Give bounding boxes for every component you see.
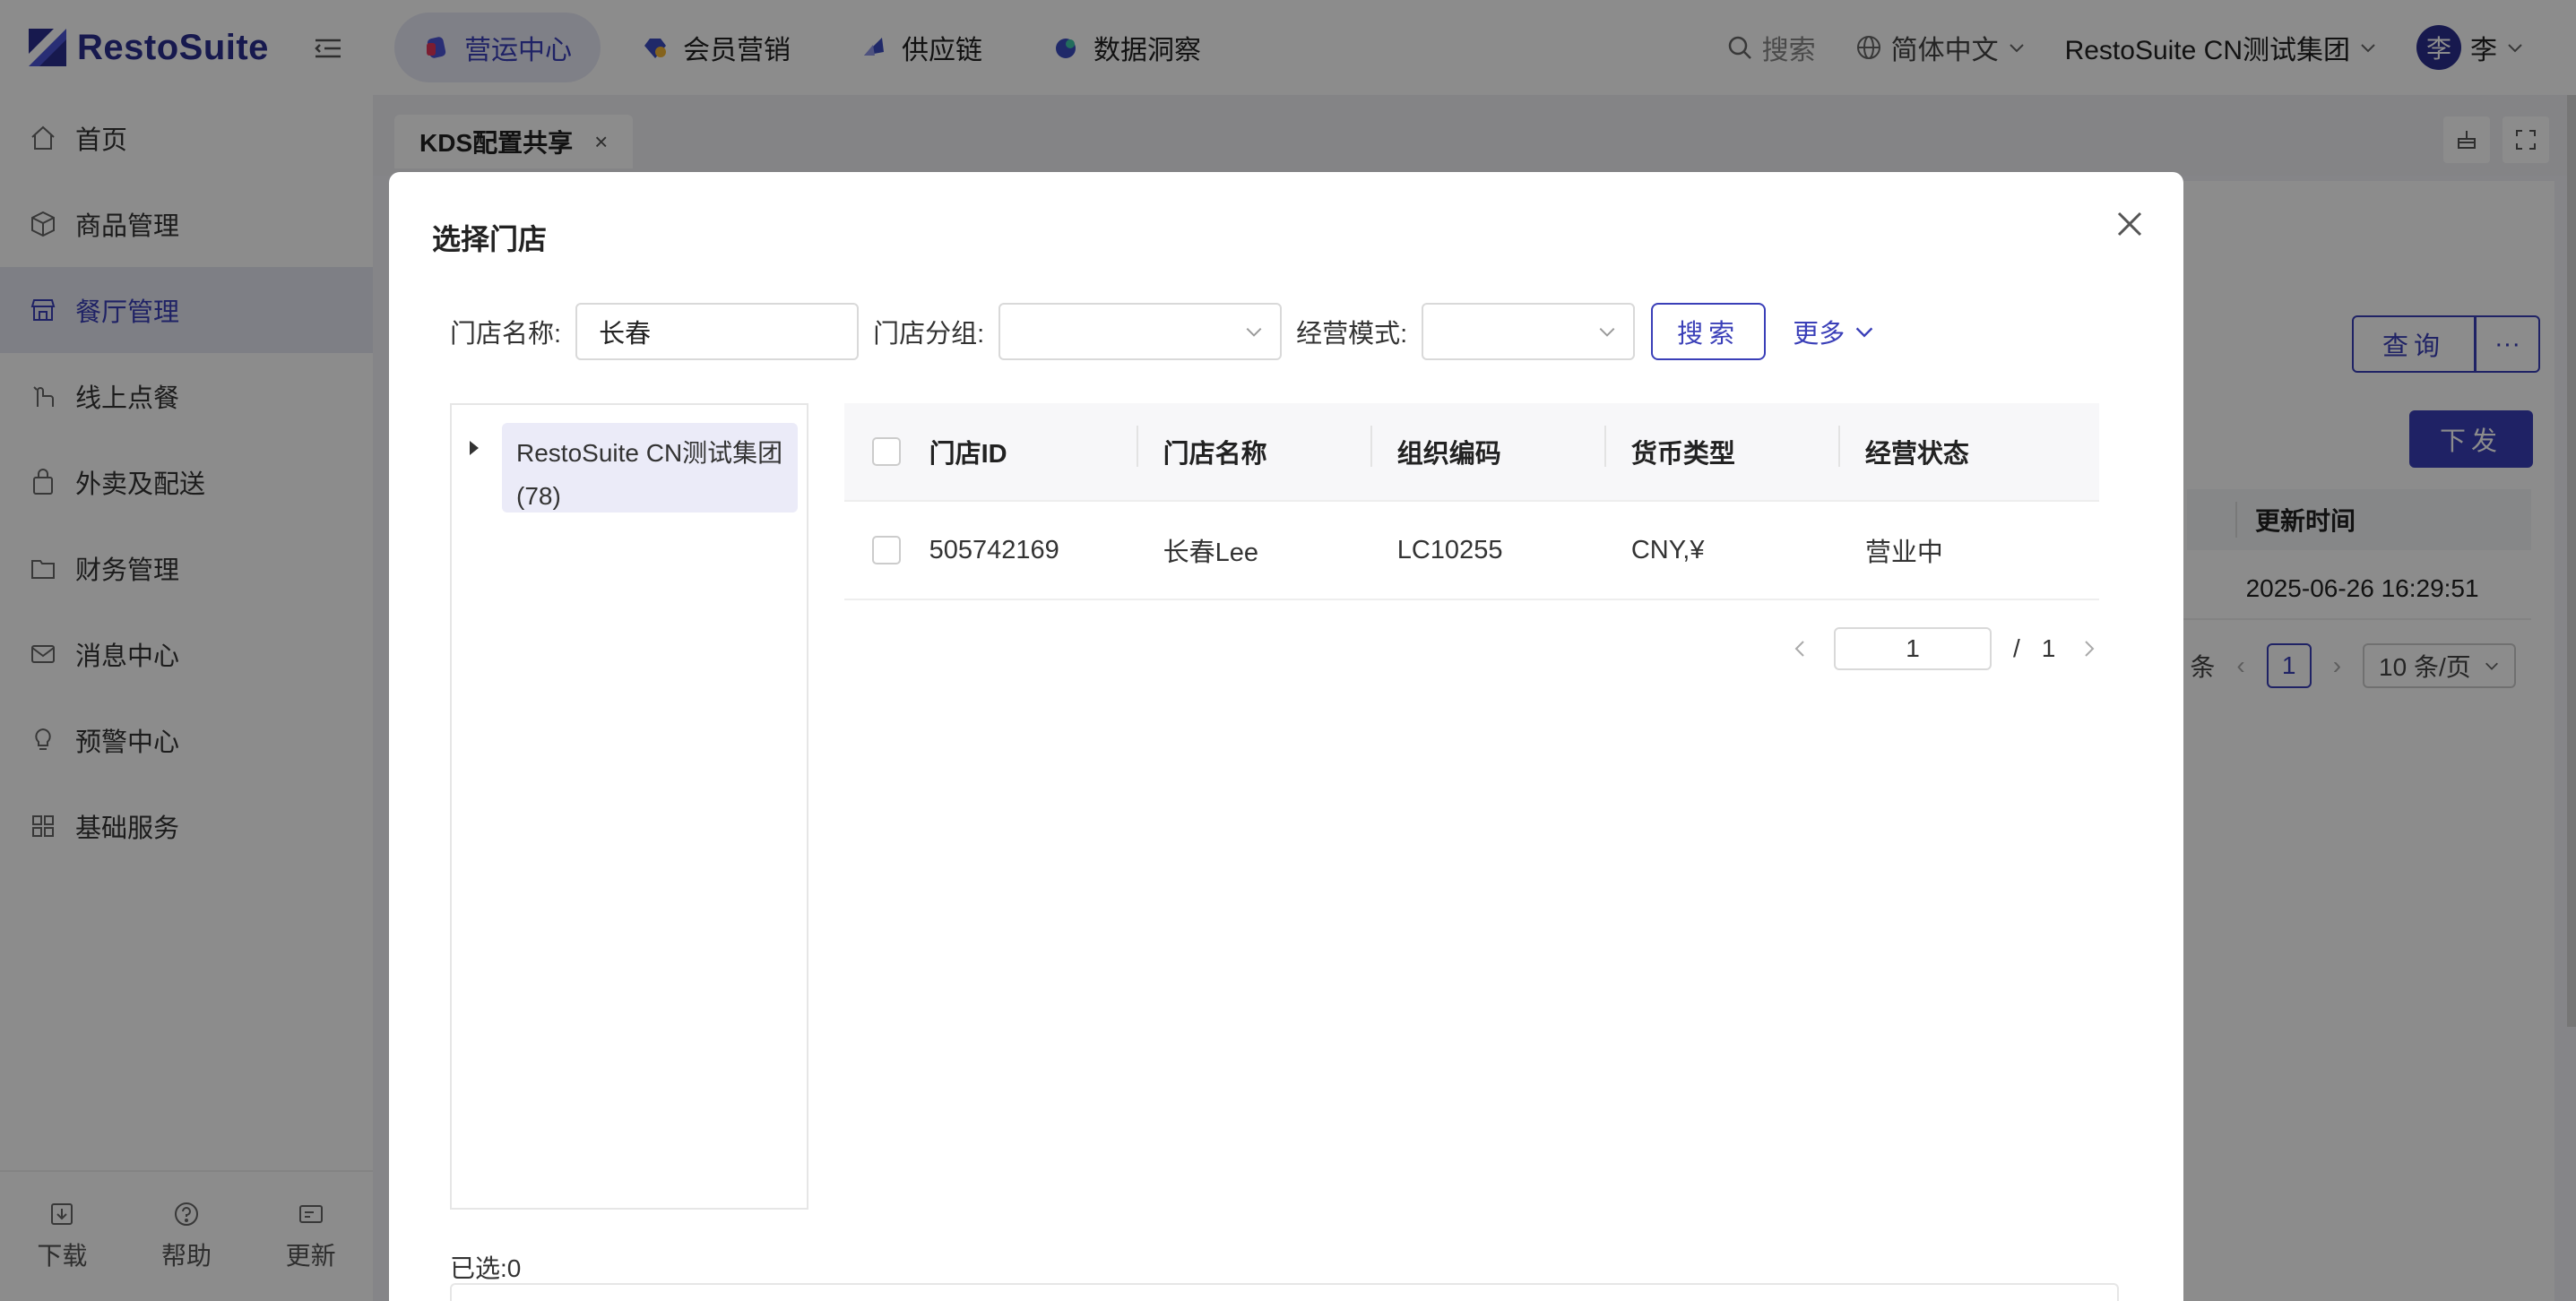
tree-node-count: (78): [516, 482, 561, 510]
close-icon[interactable]: [2112, 206, 2148, 242]
tree-node-root[interactable]: RestoSuite CN测试集团 (78): [502, 423, 798, 513]
chevron-left-icon[interactable]: [1787, 636, 1812, 661]
table-row[interactable]: 505742169 长春Lee LC10255 CNY,¥ 营业中: [844, 502, 2099, 600]
cell-currency: CNY,¥: [1630, 535, 1705, 564]
modal-pagination: 1 / 1: [1787, 627, 2102, 670]
table-header: 门店ID 门店名称 组织编码 货币类型 经营状态: [844, 403, 2099, 502]
select-all-checkbox[interactable]: [872, 437, 902, 466]
selected-count-label: 已选:0: [450, 1254, 522, 1282]
store-name-input[interactable]: 长春: [575, 303, 860, 360]
column-header-store-id: 门店ID: [929, 440, 1007, 469]
search-button[interactable]: 搜索: [1651, 303, 1767, 360]
store-name-label: 门店名称:: [450, 320, 562, 349]
chevron-down-icon: [1855, 327, 1873, 338]
modal-title: 选择门店: [432, 223, 548, 255]
store-name-value: 长春: [599, 320, 652, 349]
cell-status: 营业中: [1864, 538, 1943, 567]
filter-row: 门店名称: 长春 门店分组: 经营模式: 搜索 更多: [450, 303, 1875, 360]
column-header-currency: 货币类型: [1604, 426, 1865, 470]
cell-org-code: LC10255: [1396, 535, 1503, 564]
business-mode-select[interactable]: [1422, 303, 1636, 360]
tree-node-label: RestoSuite CN测试集团: [516, 439, 783, 467]
tree-expand-icon[interactable]: [470, 441, 479, 455]
business-mode-label: 经营模式:: [1296, 320, 1408, 349]
pager-total: 1: [2041, 634, 2056, 662]
pager-separator: /: [2013, 634, 2020, 662]
row-select-cell: [844, 536, 929, 564]
page-number-input[interactable]: 1: [1834, 627, 1992, 670]
cell-store-id: 505742169: [929, 535, 1059, 564]
store-table: 门店ID 门店名称 组织编码 货币类型 经营状态 505742169 长春Lee…: [844, 403, 2099, 600]
select-store-modal: 选择门店 门店名称: 长春 门店分组: 经营模式: 搜索 更多 RestoSui…: [389, 172, 2183, 1301]
column-header-org-code: 组织编码: [1370, 426, 1631, 470]
chevron-down-icon: [1599, 327, 1615, 337]
selected-stores-box: [450, 1283, 2119, 1301]
column-header-store-name: 门店名称: [1136, 426, 1397, 470]
column-header-status: 经营状态: [1837, 426, 2099, 470]
select-all-cell: [844, 437, 929, 466]
org-tree-panel: RestoSuite CN测试集团 (78): [450, 403, 808, 1210]
store-group-label: 门店分组:: [873, 320, 985, 349]
chevron-right-icon[interactable]: [2077, 636, 2102, 661]
chevron-down-icon: [1246, 327, 1262, 337]
more-label: 更多: [1793, 320, 1846, 349]
store-group-select[interactable]: [998, 303, 1283, 360]
cell-store-name: 长春Lee: [1163, 538, 1259, 567]
row-checkbox[interactable]: [872, 536, 902, 564]
more-filters-link[interactable]: 更多: [1793, 313, 1875, 350]
